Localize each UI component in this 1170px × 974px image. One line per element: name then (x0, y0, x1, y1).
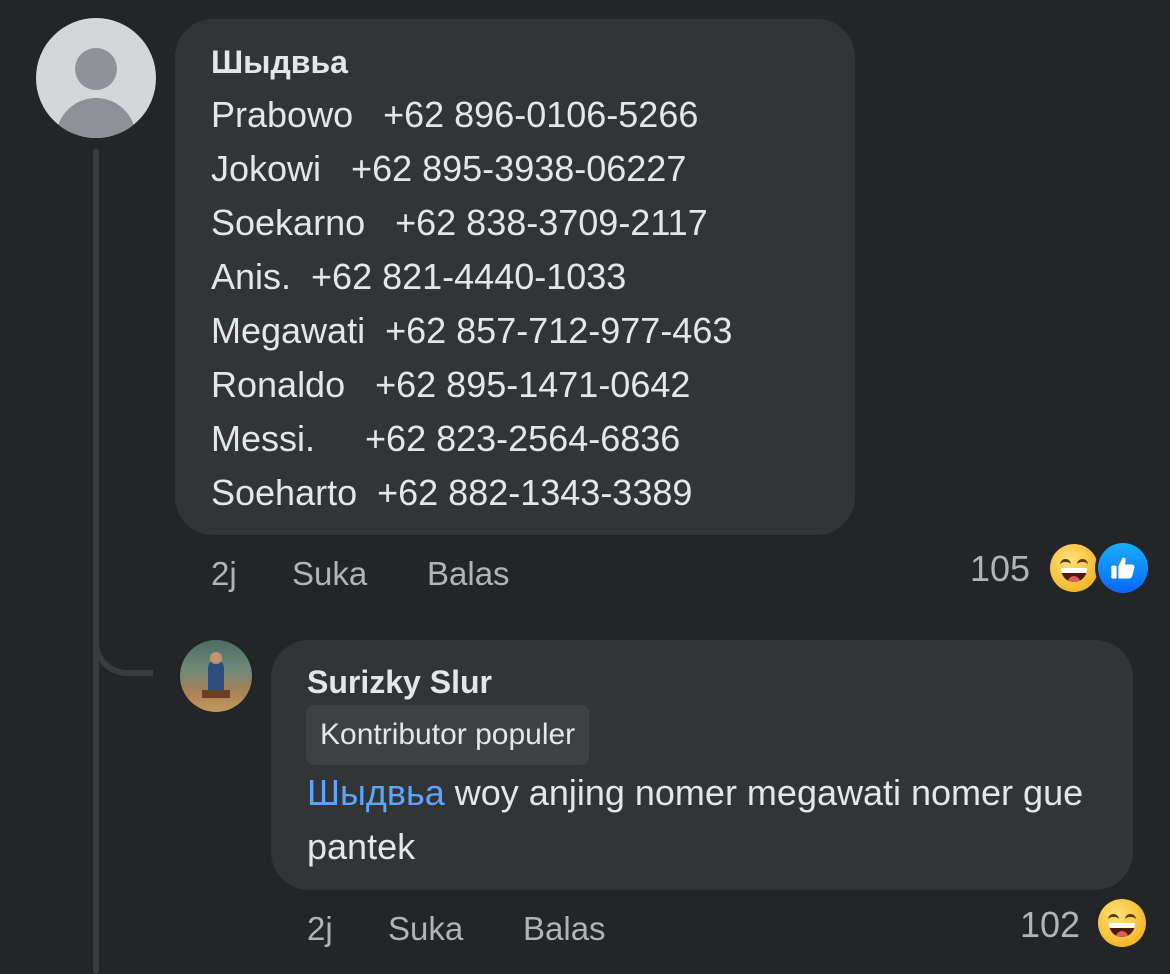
comment-line: Soekarno +62 838-3709-2117 (211, 202, 708, 243)
reply-button[interactable]: Balas (523, 910, 606, 948)
emoji-eye (1108, 914, 1119, 923)
haha-emoji-icon[interactable] (1098, 899, 1146, 947)
avatar-person (208, 660, 224, 694)
comment-text: Prabowo +62 896-0106-5266 Jokowi +62 895… (211, 88, 732, 520)
reply-button[interactable]: Balas (427, 555, 510, 593)
reaction-count[interactable]: 105 (970, 548, 1030, 590)
comment-line: Messi. +62 823-2564-6836 (211, 418, 681, 459)
reply-text: Шыдвьа woy anjing nomer megawati nomer g… (307, 766, 1117, 874)
avatar-face (210, 652, 222, 664)
thread-connector (93, 610, 153, 676)
emoji-eye (1125, 914, 1136, 923)
thread-line (93, 148, 99, 974)
emoji-eye (1060, 559, 1071, 568)
default-avatar-body (56, 98, 136, 138)
reply-author[interactable]: Surizky Slur (307, 664, 492, 701)
emoji-mouth (1061, 568, 1087, 582)
comment-line: Jokowi +62 895-3938-06227 (211, 148, 687, 189)
like-button[interactable]: Suka (292, 555, 367, 593)
avatar[interactable] (36, 18, 156, 138)
comment-line: Ronaldo +62 895-1471-0642 (211, 364, 691, 405)
reaction-count[interactable]: 102 (1020, 904, 1080, 946)
comment-author[interactable]: Шыдвьа (211, 44, 348, 81)
comment-line: Prabowo +62 896-0106-5266 (211, 94, 699, 135)
mention-link[interactable]: Шыдвьа (307, 772, 445, 813)
comment-line: Anis. +62 821-4440-1033 (211, 256, 627, 297)
comment-timestamp[interactable]: 2j (211, 555, 237, 593)
avatar-stool (202, 690, 230, 698)
default-avatar-head (75, 48, 117, 90)
reply-timestamp[interactable]: 2j (307, 910, 333, 948)
emoji-eye (1077, 559, 1088, 568)
emoji-mouth (1109, 923, 1135, 937)
like-icon[interactable] (1098, 543, 1148, 593)
comment-line: Soeharto +62 882-1343-3389 (211, 472, 693, 513)
comment-line: Megawati +62 857-712-977-463 (211, 310, 733, 351)
like-button[interactable]: Suka (388, 910, 463, 948)
thumbs-up-icon (1111, 557, 1135, 579)
contributor-badge: Kontributor populer (306, 705, 590, 765)
avatar[interactable] (180, 640, 252, 712)
haha-emoji-icon[interactable] (1050, 544, 1098, 592)
